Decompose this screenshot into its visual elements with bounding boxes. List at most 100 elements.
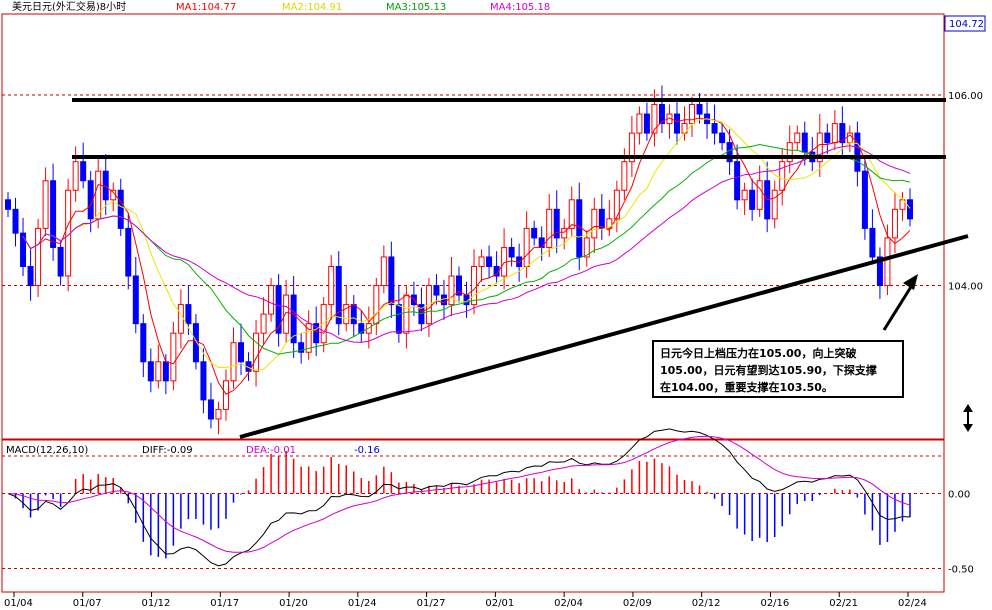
candle-body [140, 323, 147, 363]
candle-body [591, 208, 598, 239]
candle-body [636, 113, 643, 134]
ma4-label: MA4:105.18 [490, 2, 550, 13]
x-axis-label: 01/27 [417, 598, 446, 609]
annotation-arrow-head [903, 274, 918, 290]
chart-title: 美元日元(外汇交易)8小时 [12, 0, 126, 13]
candle-body [132, 275, 139, 325]
candle-body [531, 227, 538, 239]
candle-body [162, 361, 169, 382]
candle-body [395, 304, 402, 334]
candle-body [380, 256, 387, 287]
candle-body [741, 189, 748, 201]
candle-body [20, 232, 27, 267]
candle-body [260, 313, 267, 334]
candle-body [643, 113, 650, 134]
macd-axis-label: 0.00 [948, 490, 970, 501]
candle-body [486, 256, 493, 267]
candle-body [891, 208, 898, 239]
candle-body [80, 161, 87, 182]
analysis-line: 日元今日上档压力在105.00，向上突破 [660, 347, 857, 360]
price-axis-label: 106.00 [948, 91, 983, 102]
candle-body [478, 256, 485, 267]
x-axis-label: 02/09 [623, 598, 652, 609]
candle-body [207, 399, 214, 420]
macd-axis-label: -0.50 [948, 565, 974, 576]
macd-name: MACD(12,26,10) [6, 445, 88, 456]
candle-body [155, 361, 162, 382]
x-axis-label: 01/12 [142, 598, 171, 609]
candle-body [185, 304, 192, 325]
macd-dea: DEA:-0.01 [246, 445, 296, 456]
candle-body [779, 161, 786, 191]
candle-body [42, 180, 49, 229]
candle-body [749, 189, 756, 210]
resize-arrow-icon[interactable] [963, 404, 973, 432]
candle-body [884, 237, 891, 287]
candle-body [350, 304, 357, 325]
candle-body [200, 361, 207, 401]
candle-body [388, 256, 395, 306]
candle-body [771, 189, 778, 220]
candle-body [869, 227, 876, 258]
analysis-line: 在104.00，重要支撑在103.50。 [660, 381, 833, 394]
chart-header: 美元日元(外汇交易)8小时 MA1:104.77 MA2:104.91 MA3:… [12, 0, 550, 13]
forex-chart: 美元日元(外汇交易)8小时 MA1:104.77 MA2:104.91 MA3:… [1, 0, 986, 609]
candle-body [283, 294, 290, 334]
candle-body [516, 256, 523, 267]
candle-body [711, 123, 718, 134]
candle-body [35, 227, 42, 287]
x-axis-label: 01/07 [73, 598, 102, 609]
candle-body [253, 332, 260, 372]
ma3-label: MA3:105.13 [386, 2, 446, 13]
x-axis-label: 02/16 [760, 598, 789, 609]
ma2-label: MA2:104.91 [282, 2, 342, 13]
candle-body [177, 304, 184, 334]
candle-body [523, 227, 530, 267]
x-axis-label: 01/04 [4, 598, 33, 609]
candle-body [448, 275, 455, 306]
candle-body [117, 189, 124, 229]
analysis-note: 日元今日上档压力在105.00，向上突破 105.00，日元有望到达105.90… [652, 340, 904, 398]
macd-value: -0.16 [354, 445, 380, 456]
candle-body [621, 161, 628, 191]
candle-body [501, 246, 508, 277]
candle-body [335, 265, 342, 325]
candle-body [734, 161, 741, 201]
candle-body [230, 342, 237, 382]
candle-body [689, 104, 696, 125]
candle-body [831, 123, 838, 144]
current-price-label: 104.72 [949, 19, 984, 30]
candle-body [696, 104, 703, 115]
candle-body [719, 132, 726, 144]
candle-body [861, 170, 868, 229]
support-trendline [239, 234, 969, 439]
price-axis-label: 104.00 [948, 282, 983, 293]
x-axis-label: 02/21 [829, 598, 858, 609]
candle-body [471, 265, 478, 306]
analysis-line: 105.00，日元有望到达105.90，下探支撑 [660, 364, 877, 377]
candle-body [125, 227, 132, 277]
ma1-label: MA1:104.77 [176, 2, 236, 13]
candle-body [907, 199, 913, 220]
x-axis-label: 01/20 [279, 598, 308, 609]
candle-body [433, 285, 440, 296]
candle-body [147, 361, 154, 382]
candle-body [794, 132, 801, 144]
candle-body [238, 342, 245, 363]
candle-body [12, 208, 19, 234]
candle-body [598, 208, 605, 229]
candle-body [328, 265, 335, 306]
candle-body [215, 408, 222, 420]
candle-body [673, 113, 680, 134]
candle-body [756, 180, 763, 210]
candle-body [403, 294, 410, 334]
x-axis-label: 01/24 [348, 598, 377, 609]
candle-body [27, 265, 34, 287]
candle-body [192, 323, 199, 363]
candle-body [854, 132, 861, 172]
candle-body [170, 332, 177, 382]
candle-body [222, 380, 229, 410]
candle-body [508, 246, 515, 258]
candle-body [824, 132, 831, 144]
candle-body [102, 170, 109, 201]
